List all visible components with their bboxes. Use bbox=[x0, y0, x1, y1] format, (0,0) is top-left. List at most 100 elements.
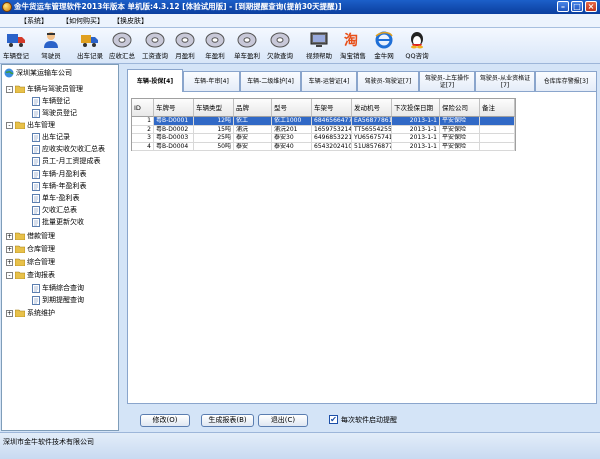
column-header[interactable]: 型号 bbox=[272, 99, 312, 117]
toolbar-taobao-button[interactable]: 淘 淘宝销售 bbox=[337, 30, 369, 63]
folder-icon bbox=[15, 121, 25, 129]
column-header[interactable]: 备注 bbox=[480, 99, 515, 117]
table-cell: 平安保险 bbox=[440, 117, 480, 126]
tab-driver-operation-cert[interactable]: 驾驶员-上车操作证[7] bbox=[419, 71, 475, 91]
menu-system[interactable]: 【系统】 bbox=[20, 16, 48, 26]
tree-item[interactable]: 车辆-年盈利表 bbox=[32, 180, 87, 192]
minimize-button[interactable]: – bbox=[557, 1, 569, 12]
maximize-button[interactable]: □ bbox=[571, 1, 583, 12]
tree-folder[interactable]: - 出车管理 bbox=[6, 119, 55, 131]
column-header[interactable]: 下次投保日期 bbox=[392, 99, 440, 117]
column-header[interactable]: 车牌号 bbox=[154, 99, 194, 117]
menu-change-skin[interactable]: 【换皮肤】 bbox=[113, 16, 148, 26]
exit-button[interactable]: 退出(C) bbox=[258, 414, 308, 427]
toolbar-annual-profit-button[interactable]: 年盈利 bbox=[199, 30, 231, 63]
tree-item[interactable]: 驾驶员登记 bbox=[32, 107, 77, 119]
tab-warehouse-stock-alert[interactable]: 仓库库存警报[3] bbox=[535, 71, 597, 91]
tree-node-label: 综合管理 bbox=[27, 258, 55, 266]
collapse-icon[interactable]: - bbox=[6, 271, 13, 279]
tab-vehicle-maintenance[interactable]: 车辆-二级维护[4] bbox=[240, 71, 301, 91]
column-header[interactable]: 车辆类型 bbox=[194, 99, 234, 117]
tree-node-label: 驾驶员登记 bbox=[42, 109, 77, 117]
tree-item[interactable]: 出车记录 bbox=[32, 131, 70, 143]
table-cell bbox=[480, 125, 515, 134]
menu-how-to-buy[interactable]: 【如何购买】 bbox=[62, 16, 104, 26]
table-row[interactable]: 1 粤B-D0001 12吨 依工 依工1000 6846566477 EA56877861… bbox=[132, 117, 515, 126]
tree-item[interactable]: 应收实收欠收汇总表 bbox=[32, 143, 105, 155]
toolbar-monthly-profit-button[interactable]: 月盈利 bbox=[169, 30, 201, 63]
tree-item[interactable]: 车辆-月盈利表 bbox=[32, 168, 87, 180]
taobao-icon: 淘 bbox=[344, 32, 358, 49]
toolbar-label: 车辆登记 bbox=[3, 52, 29, 60]
tree-folder[interactable]: - 车辆与驾驶员管理 bbox=[6, 83, 83, 95]
table-cell: 1659753214 bbox=[312, 125, 352, 134]
cd-icon bbox=[175, 32, 195, 48]
document-icon bbox=[32, 181, 40, 191]
tab-driver-license[interactable]: 驾驶员-驾驶证[7] bbox=[357, 71, 419, 91]
folder-icon bbox=[15, 245, 25, 253]
expand-icon[interactable]: + bbox=[6, 245, 13, 253]
close-button[interactable]: × bbox=[585, 1, 597, 12]
edit-button[interactable]: 修改(O) bbox=[140, 414, 190, 427]
collapse-icon[interactable]: - bbox=[6, 85, 13, 93]
tree-folder[interactable]: + 借款管理 bbox=[6, 230, 55, 242]
toolbar-qq-consult-button[interactable]: QQ咨询 bbox=[401, 30, 433, 63]
toolbar-arrears-query-button[interactable]: 欠款查询 bbox=[264, 30, 296, 63]
column-header[interactable]: ID bbox=[132, 99, 154, 117]
toolbar-label: 单车盈利 bbox=[234, 52, 260, 60]
expand-icon[interactable]: + bbox=[6, 258, 13, 266]
tab-vehicle-annual-review[interactable]: 车辆-年审[4] bbox=[183, 71, 240, 91]
toolbar-driver-button[interactable]: 驾驶员 bbox=[35, 30, 67, 63]
collapse-icon[interactable]: - bbox=[6, 121, 13, 129]
table-row[interactable]: 2 粤B-D0002 15吨 浦沅 浦沅201 1659753214 TT56554255 2… bbox=[132, 125, 515, 134]
tree-folder[interactable]: - 查询报表 bbox=[6, 269, 55, 281]
tab-vehicle-insurance[interactable]: 车辆-投保[4] bbox=[127, 69, 183, 92]
toolbar-dispatch-record-button[interactable]: 出车记录 bbox=[74, 30, 106, 63]
column-header[interactable]: 品牌 bbox=[234, 99, 272, 117]
document-icon bbox=[32, 193, 40, 203]
expand-icon[interactable]: + bbox=[6, 309, 13, 317]
toolbar-single-vehicle-profit-button[interactable]: 单车盈利 bbox=[231, 30, 263, 63]
folder-icon bbox=[15, 309, 25, 317]
toolbar-video-help-button[interactable]: 视频帮助 bbox=[303, 30, 335, 63]
table-cell: EA56877861 bbox=[352, 117, 392, 126]
tree-item[interactable]: 到期提醒查询 bbox=[32, 294, 84, 306]
toolbar-vehicle-register-button[interactable]: 车辆登记 bbox=[0, 30, 32, 63]
tree-item[interactable]: 车辆登记 bbox=[32, 95, 70, 107]
toolbar-jinniu-site-button[interactable]: 金牛网 bbox=[368, 30, 400, 63]
column-header[interactable]: 发动机号 bbox=[352, 99, 392, 117]
tree-item[interactable]: 车辆综合查询 bbox=[32, 282, 84, 294]
tab-driver-qualification-cert[interactable]: 驾驶员-从业资格证[7] bbox=[475, 71, 535, 91]
tree-root[interactable]: 深圳某运输车公司 bbox=[4, 67, 72, 79]
tree-node-label: 车辆与驾驶员管理 bbox=[27, 85, 83, 93]
table-cell: 粤B-D0004 bbox=[154, 142, 194, 151]
table-cell: 6543202410 bbox=[312, 142, 352, 151]
tab-vehicle-operation-permit[interactable]: 车辆-运营证[4] bbox=[301, 71, 357, 91]
tree-node-label: 欠收汇总表 bbox=[42, 206, 77, 214]
tree-folder[interactable]: + 综合管理 bbox=[6, 256, 55, 268]
column-header[interactable]: 保险公司 bbox=[440, 99, 480, 117]
toolbar-salary-query-button[interactable]: 工资查询 bbox=[139, 30, 171, 63]
table-row[interactable]: 4 粤B-D0004 50吨 泰安 泰安40 6543202410 51U8576877 20… bbox=[132, 142, 515, 151]
tree-item[interactable]: 员工-月工资提成表 bbox=[32, 155, 101, 167]
toolbar-label: 出车记录 bbox=[77, 52, 103, 60]
table-row[interactable]: 3 粤B-D0003 25吨 泰安 泰安30 6496853221 YU65675741 20… bbox=[132, 134, 515, 143]
cd-icon bbox=[112, 32, 132, 48]
tree-folder[interactable]: + 系统维护 bbox=[6, 307, 55, 319]
toolbar-label: QQ咨询 bbox=[405, 52, 429, 60]
table-cell: 泰安40 bbox=[272, 142, 312, 151]
column-header[interactable]: 车架号 bbox=[312, 99, 352, 117]
toolbar-receivable-summary-button[interactable]: 应收汇总 bbox=[106, 30, 138, 63]
cd-icon bbox=[237, 32, 257, 48]
tree-item[interactable]: 单车-盈利表 bbox=[32, 192, 80, 204]
tree-folder[interactable]: + 仓库管理 bbox=[6, 243, 55, 255]
status-text: 深圳市金牛软件技术有限公司 bbox=[3, 438, 94, 446]
startup-reminder-checkbox[interactable]: ✔ bbox=[329, 415, 338, 424]
navigation-tree: 深圳某运输车公司 - 车辆与驾驶员管理车辆登记驾驶员登记 - 出车管理 出车记录 应收实收… bbox=[1, 64, 119, 431]
tree-item[interactable]: 批量更新欠收 bbox=[32, 216, 84, 228]
generate-report-button[interactable]: 生成报表(B) bbox=[201, 414, 254, 427]
table-cell: 2 bbox=[132, 125, 154, 134]
expand-icon[interactable]: + bbox=[6, 232, 13, 240]
document-icon bbox=[32, 205, 40, 215]
tree-item[interactable]: 欠收汇总表 bbox=[32, 204, 77, 216]
